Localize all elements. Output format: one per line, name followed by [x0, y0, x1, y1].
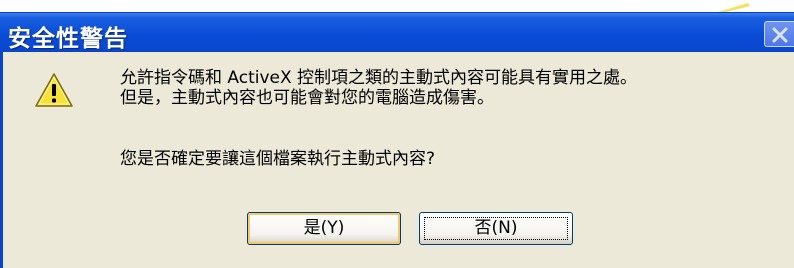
- background-arrow-fragment: [690, 0, 750, 12]
- dialog-title: 安全性警告: [8, 26, 128, 52]
- warning-message: 允許指令碼和 ActiveX 控制項之類的主動式內容可能具有實用之處。 但是，主…: [120, 68, 637, 108]
- message-line-2: 但是，主動式內容也可能會對您的電腦造成傷害。: [120, 88, 494, 108]
- security-warning-dialog: 安全性警告 允許指令碼和 ActiveX 控制項之類的主動式內容可能具有實用之處…: [0, 12, 794, 268]
- yes-button[interactable]: 是(Y): [247, 212, 401, 245]
- title-bar[interactable]: 安全性警告: [0, 12, 794, 52]
- close-button[interactable]: [764, 21, 794, 47]
- close-icon: [772, 27, 788, 43]
- no-button[interactable]: 否(N): [419, 212, 573, 245]
- dialog-body: 允許指令碼和 ActiveX 控制項之類的主動式內容可能具有實用之處。 但是，主…: [0, 52, 794, 268]
- message-line-1: 允許指令碼和 ActiveX 控制項之類的主動式內容可能具有實用之處。: [120, 68, 638, 88]
- no-button-label: 否(N): [474, 218, 518, 238]
- confirmation-question: 您是否確定要讓這個檔案執行主動式內容?: [120, 149, 436, 169]
- yes-button-label: 是(Y): [303, 218, 345, 238]
- warning-icon: [34, 72, 74, 112]
